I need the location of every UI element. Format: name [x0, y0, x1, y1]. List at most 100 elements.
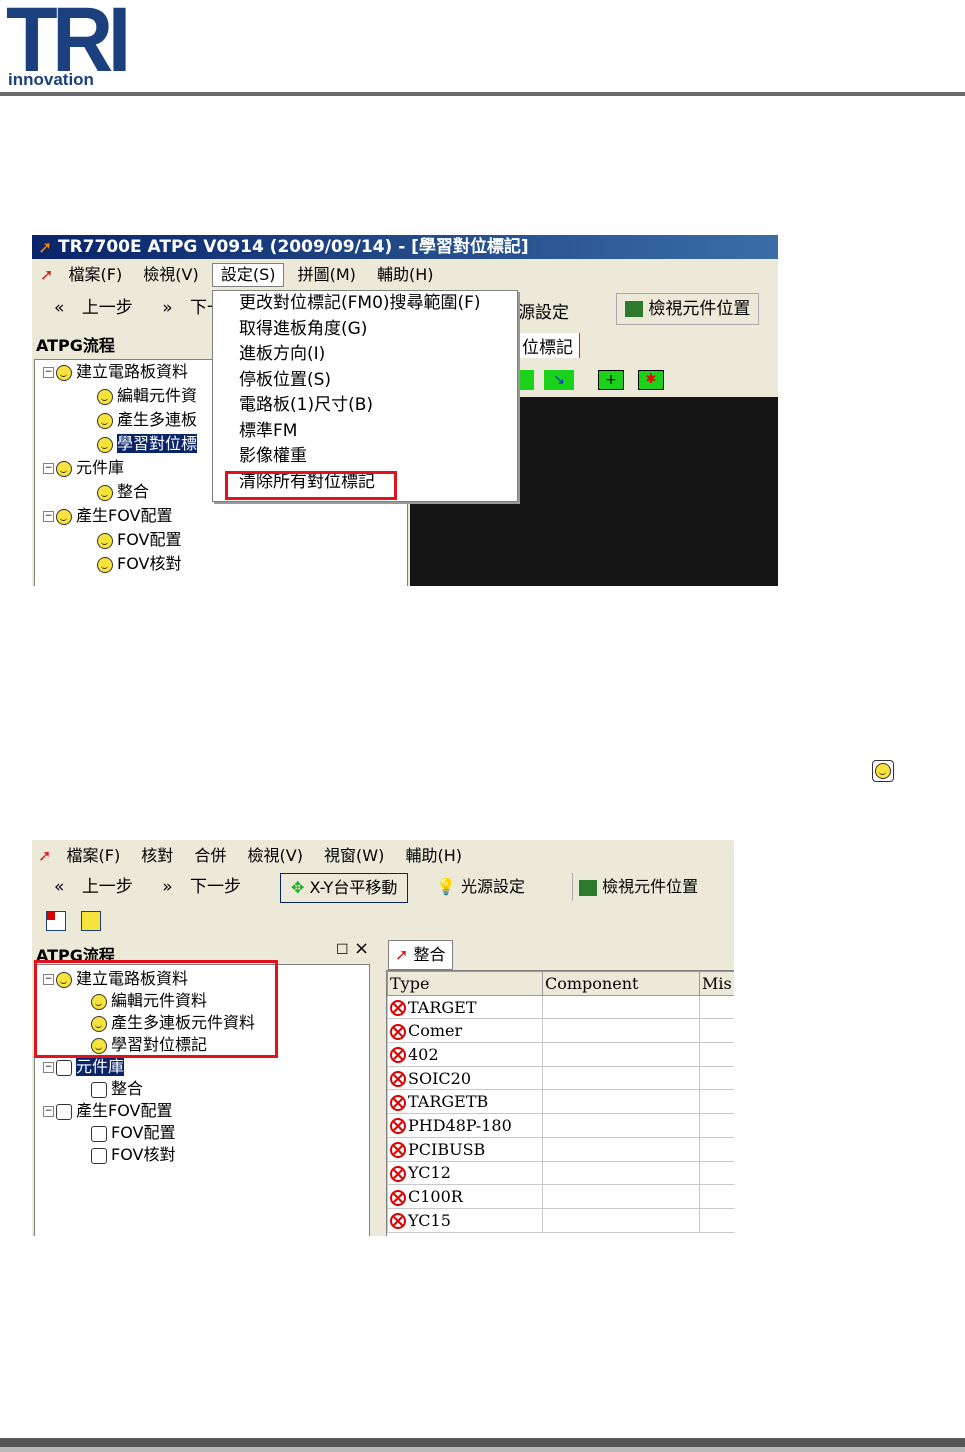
table-row[interactable]: PHD48P-180 [387, 1113, 734, 1138]
tree-node[interactable]: − 元件庫 [43, 1055, 125, 1079]
tree-node[interactable]: − 產生FOV配置 [43, 1099, 172, 1123]
next-step-button[interactable]: » 下一步 [150, 871, 253, 903]
panel-restore-icon[interactable]: ☐ [336, 942, 349, 958]
tree-node[interactable]: 整合 [97, 480, 149, 504]
menu-settings[interactable]: 設定(S) [211, 263, 285, 287]
smile-icon [97, 484, 113, 501]
column-header-type[interactable]: Type [387, 971, 543, 996]
menu-item-stop-position[interactable]: 停板位置(S) [213, 368, 517, 394]
menu-item-standard-fm[interactable]: 標準FM [213, 419, 517, 445]
checkbox-icon [91, 1081, 107, 1098]
error-icon [390, 1047, 406, 1064]
checkbox-icon [91, 1125, 107, 1142]
error-icon [390, 1165, 406, 1182]
table-row[interactable]: TARGETB [387, 1089, 734, 1115]
menu-merge[interactable]: 合併 [186, 843, 234, 869]
error-icon [390, 1071, 406, 1088]
screenshot-2: ➚ 檔案(F) 核對 合併 檢視(V) 視窗(W) 輔助(H) « 上一步 » … [32, 840, 734, 1236]
error-icon [390, 1142, 406, 1159]
arrow-tool-icon[interactable]: ↘ [544, 370, 574, 390]
multi-layer-icon[interactable] [81, 910, 102, 931]
menu-item-image-weight[interactable]: 影像權重 [213, 444, 517, 470]
menu-view[interactable]: 檢視(V) [240, 843, 311, 869]
error-icon [390, 1118, 406, 1135]
tree-node[interactable]: FOV核對 [97, 552, 181, 576]
smile-icon [97, 412, 113, 429]
smile-icon [97, 436, 113, 453]
menu-file[interactable]: 檔案(F) [59, 843, 129, 869]
error-icon [390, 1023, 406, 1040]
tab-learn-fiducial[interactable]: 位標記 [516, 333, 580, 358]
app-icon: ➚ [38, 238, 53, 258]
table-row[interactable]: YC12 [387, 1160, 734, 1186]
tree-node[interactable]: FOV核對 [91, 1143, 175, 1167]
panel-close-icon[interactable]: × [354, 938, 369, 959]
component-table: Type Component Mis TARGET Comer 402 SOIC… [387, 971, 734, 1233]
tree-node[interactable]: FOV配置 [91, 1121, 175, 1145]
add-fiducial-icon[interactable]: + [598, 370, 624, 390]
smile-icon [97, 532, 113, 549]
menu-file[interactable]: 檔案(F) [61, 262, 131, 288]
menu-item-board-direction[interactable]: 進板方向(I) [213, 342, 517, 368]
chip-icon [625, 301, 643, 317]
tree-node[interactable]: − 元件庫 [43, 456, 124, 480]
window-title: TR7700E ATPG V0914 (2009/09/14) - [學習對位標… [32, 235, 778, 259]
table-row[interactable]: 402 [387, 1042, 734, 1067]
menu-help[interactable]: 輔助(H) [369, 262, 442, 288]
tree-node[interactable]: 產生多連板 [97, 408, 197, 432]
prev-step-button[interactable]: « 上一步 [42, 292, 145, 324]
smile-icon-inline [872, 760, 894, 782]
menu-stitch[interactable]: 拼圖(M) [290, 262, 364, 288]
table-row[interactable]: TARGET [387, 994, 734, 1020]
chip-icon [579, 879, 597, 896]
table-row[interactable]: Comer [387, 1018, 734, 1044]
view-component-position-button[interactable]: 檢視元件位置 [616, 293, 760, 325]
table-row[interactable]: YC15 [387, 1207, 734, 1233]
error-icon [390, 1213, 406, 1230]
tree-node[interactable]: FOV配置 [97, 528, 181, 552]
menu-help[interactable]: 輔助(H) [397, 843, 470, 869]
error-icon [390, 1094, 406, 1111]
table-row[interactable]: C100R [387, 1184, 734, 1209]
light-settings-button[interactable]: 💡 光源設定 [430, 873, 531, 901]
tree-node[interactable]: 學習對位標 [97, 432, 198, 456]
tree-node[interactable]: 整合 [91, 1077, 143, 1101]
tab-integrate[interactable]: ➚ 整合 [388, 940, 453, 970]
double-chevron-right-icon: » [162, 298, 173, 318]
menu-window[interactable]: 視窗(W) [316, 843, 392, 869]
highlight-box [225, 471, 397, 500]
tree-node[interactable]: − 產生FOV配置 [43, 504, 172, 528]
light-settings-button[interactable]: 源設定 [518, 298, 569, 323]
checkbox-icon [56, 1059, 72, 1076]
board-view-icon[interactable] [46, 910, 66, 931]
menu-item-board-angle[interactable]: 取得進板角度(G) [213, 317, 517, 343]
smile-icon [56, 364, 72, 381]
footer-rule-light [0, 1447, 965, 1452]
app-menu-icon[interactable]: ➚ [38, 262, 55, 288]
menu-check[interactable]: 核對 [133, 843, 181, 869]
smile-icon [97, 388, 113, 405]
column-header-mis[interactable]: Mis [699, 971, 734, 996]
menu-item-fm-search-range[interactable]: 更改對位標記(FM0)搜尋範圍(F) [213, 291, 517, 317]
app-menu-icon[interactable]: ➚ [36, 843, 53, 869]
double-chevron-right-icon: » [162, 877, 173, 897]
menu-item-board-size[interactable]: 電路板(1)尺寸(B) [213, 393, 517, 419]
table-row[interactable]: SOIC20 [387, 1065, 734, 1091]
tree-node[interactable]: − 建立電路板資料 [43, 360, 188, 384]
menu-bar: ➚ 檔案(F) 檢視(V) 設定(S) 拼圖(M) 輔助(H) [32, 262, 778, 288]
column-header-component[interactable]: Component [542, 971, 700, 996]
move-arrows-icon: ✥ [291, 878, 305, 897]
logo-subtitle: innovation [8, 70, 94, 89]
menu-view[interactable]: 檢視(V) [135, 262, 206, 288]
view-component-position-button[interactable]: 檢視元件位置 [572, 873, 704, 901]
remove-fiducial-icon[interactable]: ✱ [638, 370, 664, 390]
screenshot-1: TR7700E ATPG V0914 (2009/09/14) - [學習對位標… [32, 235, 778, 586]
menu-bar: ➚ 檔案(F) 核對 合併 檢視(V) 視窗(W) 輔助(H) [32, 843, 734, 869]
checkbox-icon [91, 1147, 107, 1164]
bulb-icon: 💡 [436, 877, 456, 896]
prev-step-button[interactable]: « 上一步 [42, 871, 145, 903]
footer-rule [0, 1438, 965, 1447]
table-row[interactable]: PCIBUSB [387, 1136, 734, 1162]
xy-move-button[interactable]: ✥ X-Y台平移動 [280, 873, 409, 903]
tree-node[interactable]: 編輯元件資 [97, 384, 197, 408]
